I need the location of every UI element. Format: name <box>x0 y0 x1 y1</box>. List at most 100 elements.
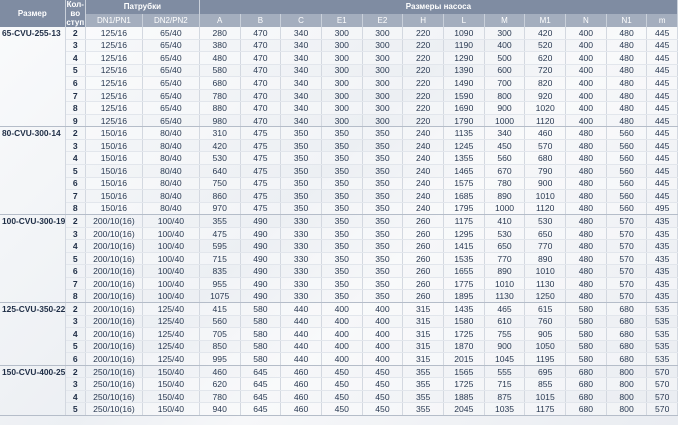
table-cell: 240 <box>402 177 444 191</box>
table-cell: 350 <box>321 264 363 278</box>
table-cell: 400 <box>565 114 607 128</box>
table-cell: 435 <box>646 239 678 253</box>
table-cell: 450 <box>321 402 363 416</box>
table-cell: 820 <box>524 76 567 90</box>
table-cell: 460 <box>280 365 322 379</box>
table-cell: 445 <box>646 39 678 53</box>
table-cell: 1245 <box>443 139 485 153</box>
table-cell: 125/16 <box>85 64 143 78</box>
table-cell: 350 <box>280 126 322 140</box>
table-row: 8 200/10(16) 100/40 1075 490 330 350 350 260 1895… <box>0 289 678 304</box>
pump-size-cell-empty <box>0 64 66 77</box>
table-cell: 450 <box>362 377 404 391</box>
table-cell: 570 <box>606 277 648 291</box>
table-cell: 445 <box>646 51 678 65</box>
table-cell: 200/10(16) <box>85 289 143 304</box>
table-cell: 570 <box>524 139 567 153</box>
table-cell: 780 <box>484 177 526 191</box>
column-header-5: E1 <box>321 13 363 27</box>
table-cell: 125/40 <box>142 340 200 354</box>
table-cell: 480 <box>565 202 607 216</box>
table-cell: 900 <box>524 177 567 191</box>
table-cell: 300 <box>362 39 404 53</box>
table-cell: 490 <box>240 227 282 241</box>
table-cell: 995 <box>199 352 241 366</box>
table-cell: 560 <box>199 315 241 329</box>
pump-size-cell-empty <box>0 76 66 90</box>
table-cell: 1090 <box>443 27 485 40</box>
table-cell: 450 <box>321 365 363 379</box>
table-cell: 435 <box>646 264 678 278</box>
table-cell: 1795 <box>443 202 485 216</box>
table-cell: 1685 <box>443 189 485 203</box>
table-cell: 400 <box>362 340 404 354</box>
column-header-8: L <box>443 13 485 27</box>
table-cell: 1435 <box>443 302 485 316</box>
table-cell: 440 <box>280 327 322 341</box>
table-cell: 535 <box>646 302 678 316</box>
table-cell: 400 <box>321 315 363 329</box>
table-cell: 260 <box>402 277 444 291</box>
column-header-3: B <box>240 13 282 27</box>
table-cell: 530 <box>199 151 241 165</box>
table-cell: 580 <box>565 315 607 329</box>
table-cell: 560 <box>606 139 648 153</box>
stages-cell: 5 <box>65 252 86 266</box>
table-cell: 580 <box>240 352 282 366</box>
table-cell: 435 <box>646 289 678 304</box>
table-cell: 260 <box>402 227 444 241</box>
table-cell: 125/16 <box>85 27 143 40</box>
table-cell: 300 <box>321 114 363 128</box>
table-cell: 1355 <box>443 151 485 165</box>
table-cell: 200/10(16) <box>85 340 143 354</box>
stages-cell: 7 <box>65 277 86 291</box>
table-cell: 1130 <box>484 289 526 304</box>
stages-cell: 2 <box>65 365 86 379</box>
table-cell: 680 <box>606 340 648 354</box>
column-header-9: M <box>484 13 526 27</box>
pump-size-cell: 65-CVU-255-13 <box>0 27 66 40</box>
table-cell: 200/10(16) <box>85 277 143 291</box>
table-cell: 475 <box>240 164 282 178</box>
table-cell: 400 <box>565 64 607 78</box>
stages-cell: 4 <box>65 151 86 165</box>
table-cell: 355 <box>199 214 241 228</box>
table-cell: 480 <box>606 27 648 40</box>
table-cell: 340 <box>280 27 322 40</box>
table-cell: 400 <box>565 76 607 90</box>
table-cell: 350 <box>362 177 404 191</box>
table-cell: 480 <box>565 177 607 191</box>
table-cell: 65/40 <box>142 114 200 128</box>
table-cell: 495 <box>646 202 678 216</box>
table-cell: 400 <box>321 327 363 341</box>
table-cell: 200/10(16) <box>85 214 143 228</box>
table-cell: 480 <box>565 252 607 266</box>
header-dimensions: Размеры насоса <box>199 0 678 14</box>
table-cell: 240 <box>402 126 444 140</box>
table-cell: 680 <box>565 402 607 416</box>
pump-size-cell-empty <box>0 51 66 65</box>
table-row: 5 200/10(16) 125/40 850 580 440 400 400 315 1870 9… <box>0 340 678 354</box>
table-cell: 435 <box>646 277 678 291</box>
table-cell: 530 <box>524 214 567 228</box>
pump-size-cell-empty <box>0 227 66 240</box>
table-cell: 445 <box>646 64 678 78</box>
table-cell: 600 <box>484 64 526 78</box>
table-cell: 800 <box>606 377 648 391</box>
table-cell: 570 <box>646 377 678 391</box>
table-cell: 300 <box>321 89 363 103</box>
table-cell: 445 <box>646 27 678 40</box>
table-cell: 330 <box>280 264 322 278</box>
table-cell: 1885 <box>443 390 485 404</box>
table-cell: 300 <box>321 39 363 53</box>
stages-cell: 4 <box>65 51 86 65</box>
table-row: 7 125/16 65/40 780 470 340 300 300 220 1590 800 920… <box>0 89 678 103</box>
table-cell: 350 <box>362 151 404 165</box>
table-cell: 570 <box>606 214 648 228</box>
table-cell: 80/40 <box>142 189 200 203</box>
table-cell: 650 <box>524 227 567 241</box>
table-cell: 300 <box>362 101 404 115</box>
table-cell: 450 <box>362 402 404 416</box>
table-cell: 480 <box>606 76 648 90</box>
table-cell: 300 <box>321 76 363 90</box>
